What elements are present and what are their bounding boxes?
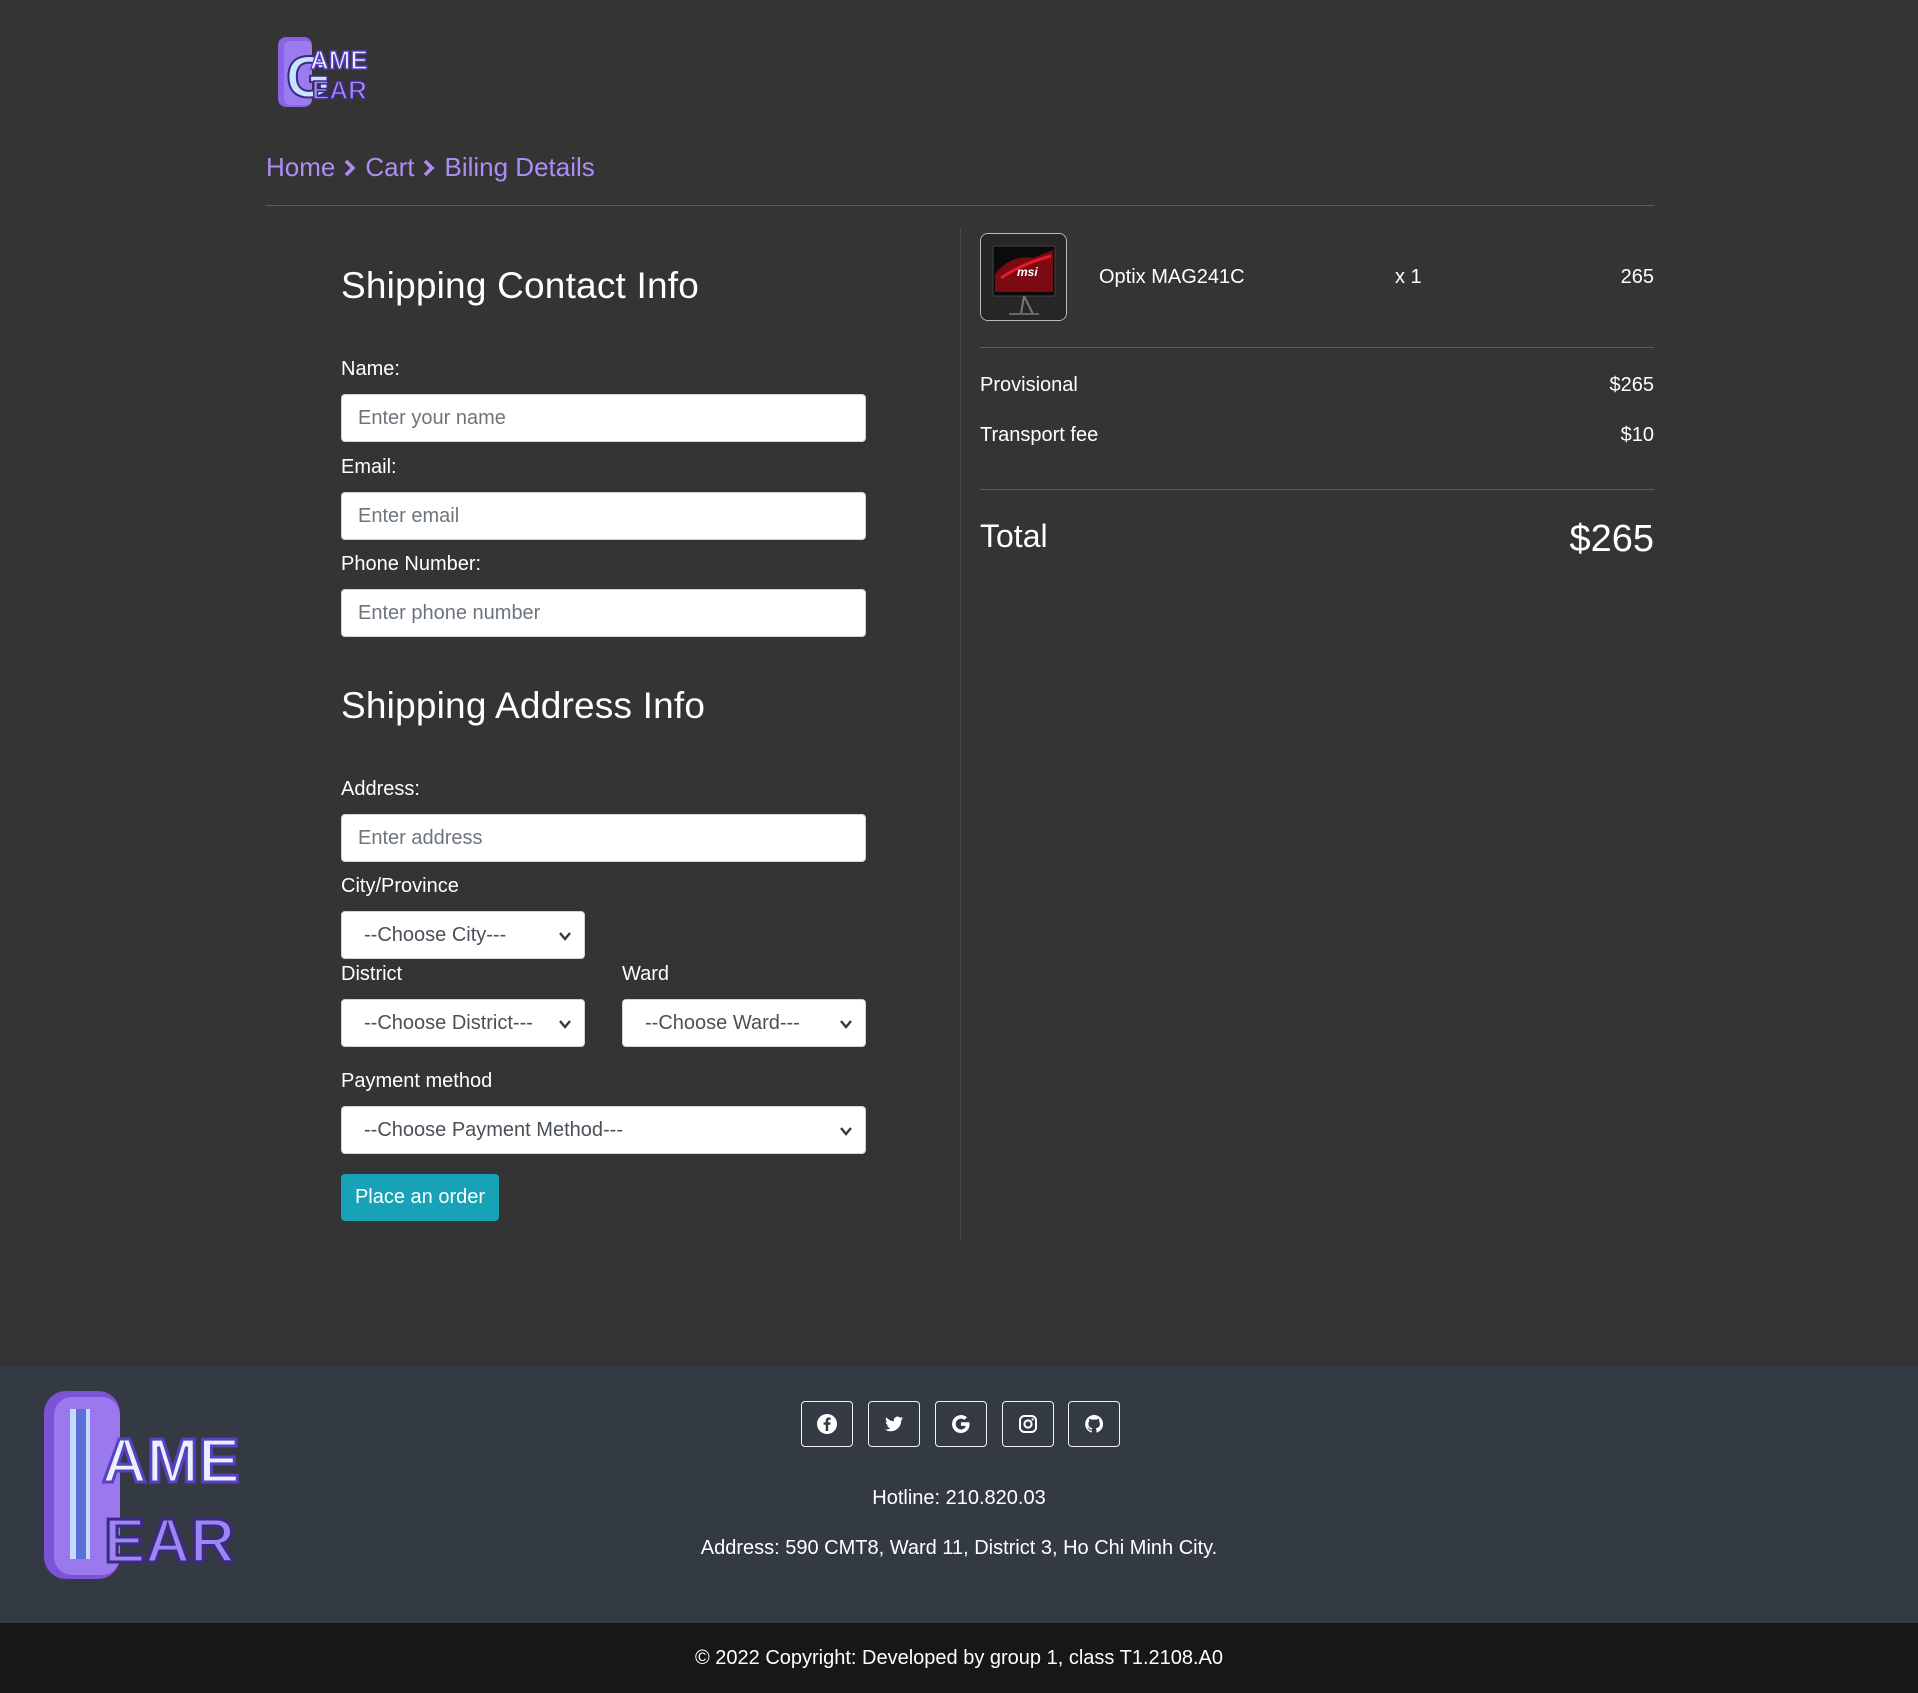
chevron-right-icon bbox=[345, 159, 356, 176]
address-input[interactable] bbox=[341, 814, 866, 862]
cart-item-quantity: x 1 bbox=[1395, 266, 1422, 288]
hotline-text: Hotline: 210.820.03 bbox=[872, 1487, 1046, 1509]
breadcrumb: Home Cart Biling Details bbox=[266, 152, 595, 183]
total-value: $265 bbox=[1569, 518, 1654, 560]
address-section-title: Shipping Address Info bbox=[341, 685, 706, 726]
chevron-down-icon bbox=[559, 932, 571, 941]
chevron-down-icon bbox=[840, 1020, 852, 1029]
twitter-button[interactable] bbox=[868, 1401, 920, 1447]
ward-select-value: --Choose Ward--- bbox=[645, 1011, 800, 1034]
twitter-icon bbox=[885, 1416, 903, 1432]
payment-method-select[interactable]: --Choose Payment Method--- bbox=[341, 1106, 866, 1154]
provisional-label: Provisional bbox=[980, 374, 1078, 396]
cart-item-name: Optix MAG241C bbox=[1099, 266, 1245, 288]
cart-item-price: 265 bbox=[1620, 266, 1654, 288]
payment-label: Payment method bbox=[341, 1070, 493, 1092]
phone-input[interactable] bbox=[341, 589, 866, 637]
city-select[interactable]: --Choose City--- bbox=[341, 911, 585, 959]
facebook-icon bbox=[817, 1414, 837, 1434]
footer-logo-line-1: AME bbox=[102, 1427, 240, 1496]
logo-line-2: EAR bbox=[312, 75, 367, 105]
product-thumbnail[interactable]: msi bbox=[980, 233, 1067, 321]
transport-fee-label: Transport fee bbox=[980, 424, 1099, 446]
instagram-icon bbox=[1019, 1415, 1037, 1433]
city-select-value: --Choose City--- bbox=[364, 923, 507, 946]
copyright-text: © 2022 Copyright: Developed by group 1, … bbox=[694, 1646, 1224, 1669]
ward-label: Ward bbox=[622, 963, 670, 985]
instagram-button[interactable] bbox=[1002, 1401, 1054, 1447]
breadcrumb-current[interactable]: Biling Details bbox=[444, 152, 594, 183]
copyright-bar: © 2022 Copyright: Developed by group 1, … bbox=[0, 1623, 1918, 1693]
msi-brand-mark: msi bbox=[1017, 265, 1038, 279]
district-select-value: --Choose District--- bbox=[364, 1011, 533, 1034]
chevron-down-icon bbox=[559, 1020, 571, 1029]
logo-line-1: AME bbox=[310, 45, 368, 75]
summary-divider bbox=[980, 347, 1654, 348]
ward-select[interactable]: --Choose Ward--- bbox=[622, 999, 866, 1047]
github-button[interactable] bbox=[1068, 1401, 1120, 1447]
phone-label: Phone Number: bbox=[341, 553, 482, 575]
footer-address: Address: 590 CMT8, Ward 11, District 3, … bbox=[700, 1537, 1218, 1559]
google-button[interactable] bbox=[935, 1401, 987, 1447]
breadcrumb-cart-link[interactable]: Cart bbox=[365, 152, 414, 183]
district-label: District bbox=[341, 963, 403, 985]
google-icon bbox=[952, 1415, 970, 1433]
monitor-image: msi bbox=[981, 234, 1066, 320]
total-label: Total bbox=[980, 518, 1048, 554]
name-input[interactable] bbox=[341, 394, 866, 442]
game-gear-logo[interactable]: G AME EAR bbox=[276, 35, 390, 111]
district-select[interactable]: --Choose District--- bbox=[341, 999, 585, 1047]
email-input[interactable] bbox=[341, 492, 866, 540]
address-label: Address: bbox=[341, 778, 420, 800]
email-label: Email: bbox=[341, 456, 397, 478]
breadcrumb-home-link[interactable]: Home bbox=[266, 152, 335, 183]
name-label: Name: bbox=[341, 358, 400, 380]
summary-divider bbox=[980, 489, 1654, 490]
transport-fee-value: $10 bbox=[1620, 424, 1654, 446]
github-icon bbox=[1085, 1414, 1104, 1433]
chevron-down-icon bbox=[840, 1127, 852, 1136]
facebook-button[interactable] bbox=[801, 1401, 853, 1447]
place-order-button[interactable]: Place an order bbox=[341, 1174, 499, 1221]
header-divider bbox=[266, 205, 1654, 206]
payment-select-value: --Choose Payment Method--- bbox=[364, 1118, 623, 1141]
city-label: City/Province bbox=[341, 875, 459, 897]
chevron-right-icon bbox=[424, 159, 435, 176]
column-divider bbox=[960, 228, 961, 1241]
provisional-value: $265 bbox=[1609, 374, 1655, 396]
contact-section-title: Shipping Contact Info bbox=[341, 265, 699, 306]
